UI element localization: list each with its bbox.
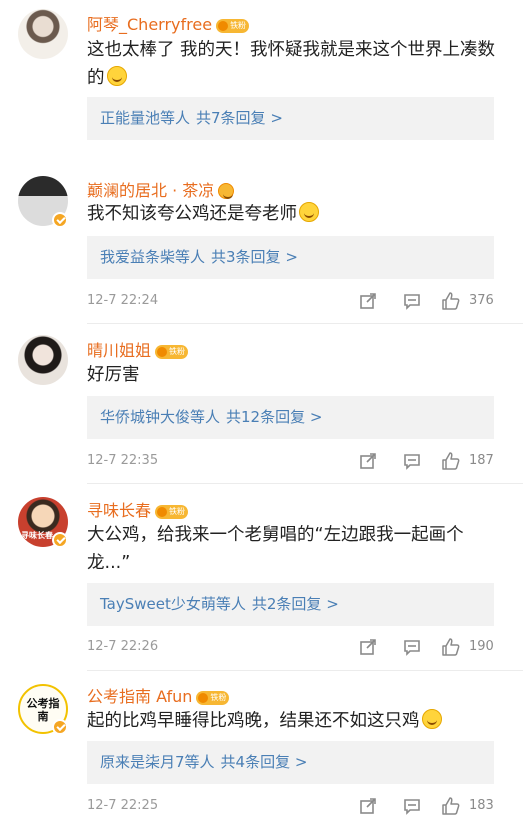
comment-button[interactable] <box>403 636 421 658</box>
comment-icon <box>404 798 420 815</box>
avatar[interactable] <box>18 9 68 59</box>
timestamp: 12-7 22:26 <box>87 639 159 654</box>
like-button[interactable]: 183 <box>441 795 501 817</box>
username[interactable]: 阿琴_Cherryfree 铁粉 <box>87 11 250 35</box>
like-count: 183 <box>469 798 494 813</box>
thumbs-up-icon <box>442 291 460 310</box>
username[interactable]: 巅澜的居北 · 茶凉 <box>87 177 235 201</box>
avatar-text: 寻味长春 <box>21 531 53 540</box>
reply-count[interactable]: 共7条回复 > <box>196 109 283 127</box>
share-button[interactable] <box>359 290 377 312</box>
share-icon <box>360 797 376 814</box>
comment-text-body: 好厉害 <box>87 365 140 385</box>
reply-names[interactable]: 原来是柒月7等人 <box>100 753 215 771</box>
reply-box[interactable]: TaySweet少女萌等人 共2条回复 > <box>87 583 494 626</box>
reply-count[interactable]: 共12条回复 > <box>226 408 322 426</box>
reply-names[interactable]: 正能量池等人 <box>100 109 190 127</box>
comment-text: 大公鸡，给我来一个老舅唱的“左边跟我一起画个龙...” <box>87 521 497 577</box>
reply-box[interactable]: 我爱益条柴等人 共3条回复 > <box>87 236 494 279</box>
laugh-emoji <box>106 66 127 86</box>
username[interactable]: 晴川姐姐 铁粉 <box>87 337 189 361</box>
meta-row: 12-7 22:25 183 <box>87 795 497 817</box>
share-icon <box>360 452 376 469</box>
comment-text-body: 大公鸡，给我来一个老舅唱的“左边跟我一起画个龙...” <box>87 525 464 573</box>
thumbs-up-icon <box>442 796 460 815</box>
timestamp: 12-7 22:25 <box>87 798 159 813</box>
timestamp: 12-7 22:35 <box>87 453 159 468</box>
comment-text-body: 我不知该夸公鸡还是夸老师 <box>87 204 297 224</box>
like-button[interactable]: 190 <box>441 636 501 658</box>
comment-icon <box>404 453 420 470</box>
comment-text-body: 起的比鸡早睡得比鸡晚，结果还不如这只鸡 <box>87 711 420 731</box>
share-icon <box>360 638 376 655</box>
reply-box[interactable]: 正能量池等人 共7条回复 > <box>87 97 494 140</box>
like-count: 190 <box>469 639 494 654</box>
reply-names[interactable]: TaySweet少女萌等人 <box>100 595 246 613</box>
comment-button[interactable] <box>403 450 421 472</box>
avatar-text: 公考指南 <box>26 697 60 723</box>
share-button[interactable] <box>359 795 377 817</box>
like-count: 187 <box>469 453 494 468</box>
laugh-cry-emoji <box>421 709 442 729</box>
share-icon <box>360 292 376 309</box>
divider <box>87 483 523 484</box>
username[interactable]: 公考指南 Afun 铁粉 <box>87 683 230 707</box>
laugh-cry-emoji <box>299 202 319 222</box>
username-text[interactable]: 寻味长春 <box>87 501 151 520</box>
meta-row: 12-7 22:35 187 <box>87 450 497 472</box>
fan-icon <box>218 183 235 199</box>
comment-text: 好厉害 <box>87 361 497 389</box>
divider <box>87 323 523 324</box>
reply-names[interactable]: 华侨城钟大俊等人 <box>100 408 220 426</box>
thumbs-up-icon <box>442 637 460 656</box>
comment-icon <box>404 639 420 656</box>
verified-badge-icon <box>52 532 68 548</box>
meta-row: 12-7 22:26 190 <box>87 636 497 658</box>
meta-row: 12-7 22:24 376 <box>87 290 497 312</box>
reply-count[interactable]: 共2条回复 > <box>252 595 339 613</box>
comment-button[interactable] <box>403 795 421 817</box>
divider <box>87 670 523 671</box>
reply-box[interactable]: 原来是柒月7等人 共4条回复 > <box>87 741 494 784</box>
fan-badge: 铁粉 <box>155 504 189 519</box>
username-text[interactable]: 公考指南 Afun <box>87 687 192 706</box>
username-text[interactable]: 晴川姐姐 <box>87 341 151 360</box>
timestamp: 12-7 22:24 <box>87 293 159 308</box>
thumbs-up-icon <box>442 451 460 470</box>
comment-text: 这也太棒了 我的天！我怀疑我就是来这个世界上凑数的 <box>87 36 497 92</box>
username-text[interactable]: 巅澜的居北 · 茶凉 <box>87 181 214 200</box>
verified-badge-icon <box>52 212 68 228</box>
share-button[interactable] <box>359 636 377 658</box>
like-button[interactable]: 376 <box>441 290 501 312</box>
comment-text: 我不知该夸公鸡还是夸老师 <box>87 200 497 228</box>
comment-text-body: 这也太棒了 我的天！我怀疑我就是来这个世界上凑数的 <box>87 40 496 88</box>
avatar[interactable] <box>18 335 68 385</box>
fan-badge: 铁粉 <box>155 344 189 359</box>
verified-badge-icon <box>52 719 68 735</box>
username-text[interactable]: 阿琴_Cherryfree <box>87 15 212 34</box>
reply-count[interactable]: 共3条回复 > <box>211 248 298 266</box>
comment-button[interactable] <box>403 290 421 312</box>
like-count: 376 <box>469 293 494 308</box>
like-button[interactable]: 187 <box>441 450 501 472</box>
reply-box[interactable]: 华侨城钟大俊等人 共12条回复 > <box>87 396 494 439</box>
share-button[interactable] <box>359 450 377 472</box>
fan-badge: 铁粉 <box>196 690 230 705</box>
reply-names[interactable]: 我爱益条柴等人 <box>100 248 205 266</box>
fan-badge: 铁粉 <box>216 18 250 33</box>
reply-count[interactable]: 共4条回复 > <box>221 753 308 771</box>
comment-text: 起的比鸡早睡得比鸡晚，结果还不如这只鸡 <box>87 707 497 735</box>
comment-icon <box>404 293 420 310</box>
username[interactable]: 寻味长春 铁粉 <box>87 497 189 521</box>
